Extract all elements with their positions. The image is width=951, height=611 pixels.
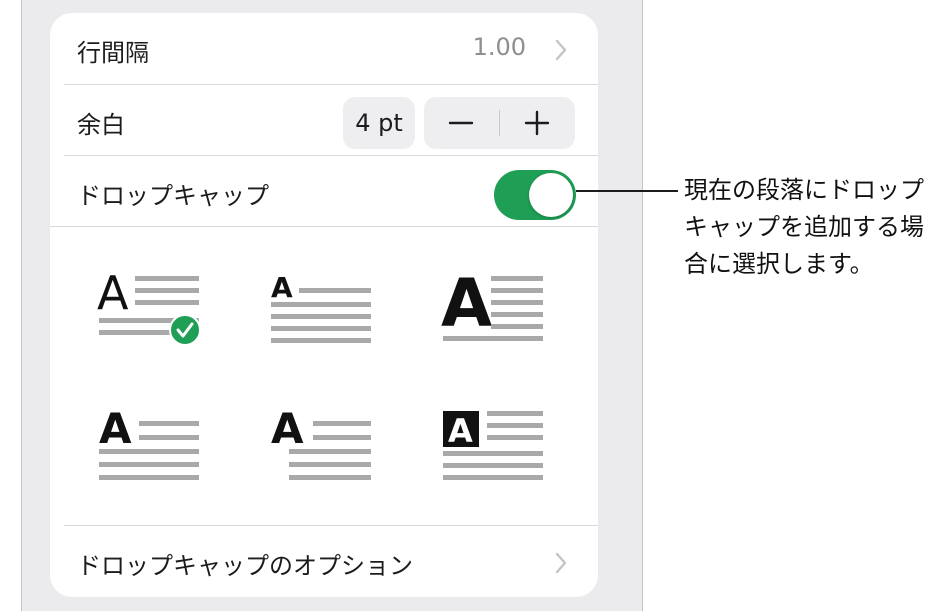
drop-cap-style-6[interactable]: A [441, 405, 545, 485]
chevron-right-icon [555, 39, 567, 61]
drop-cap-label: ドロップキャップ [77, 182, 269, 210]
drop-cap-style-2[interactable]: A [269, 268, 373, 348]
drop-cap-style-4[interactable]: A [97, 405, 201, 485]
padding-stepper [424, 97, 575, 149]
panel-right-edge [642, 0, 643, 611]
svg-text:A: A [441, 268, 492, 342]
drop-cap-style-5[interactable]: A [269, 405, 373, 485]
svg-text:A: A [97, 268, 129, 320]
chevron-right-icon [555, 552, 567, 574]
drop-cap-style-3[interactable]: A [441, 268, 545, 348]
callout-leader-line [576, 190, 678, 192]
drop-cap-options-label: ドロップキャップのオプション [77, 552, 413, 580]
toggle-knob [529, 173, 573, 217]
checkmark-icon [169, 314, 201, 346]
padding-label: 余白 [77, 111, 125, 139]
svg-text:A: A [448, 412, 473, 450]
divider [50, 226, 598, 227]
paragraph-settings-card: 行間隔 1.00 余白 4 pt ドロップキャップ A A A A A A ドロ… [50, 13, 598, 597]
line-spacing-value: 1.00 [472, 33, 526, 61]
svg-text:A: A [271, 271, 293, 304]
decrement-button[interactable] [424, 97, 499, 149]
padding-value-field[interactable]: 4 pt [343, 97, 415, 149]
drop-cap-style-1[interactable]: A [97, 268, 201, 348]
increment-button[interactable] [500, 97, 575, 149]
line-spacing-label: 行間隔 [77, 39, 149, 67]
svg-text:A: A [99, 405, 132, 453]
line-spacing-row[interactable]: 行間隔 1.00 [50, 13, 598, 84]
svg-text:A: A [271, 405, 304, 453]
callout-text: 現在の段落にドロップキャップを追加する場合に選択します。 [684, 176, 924, 278]
plus-icon [524, 110, 550, 136]
drop-cap-row: ドロップキャップ [50, 156, 598, 226]
panel-left-edge [21, 0, 22, 611]
drop-cap-toggle[interactable] [494, 170, 576, 220]
minus-icon [448, 121, 474, 125]
padding-row: 余白 4 pt [50, 85, 598, 155]
drop-cap-options-row[interactable]: ドロップキャップのオプション [50, 526, 598, 597]
